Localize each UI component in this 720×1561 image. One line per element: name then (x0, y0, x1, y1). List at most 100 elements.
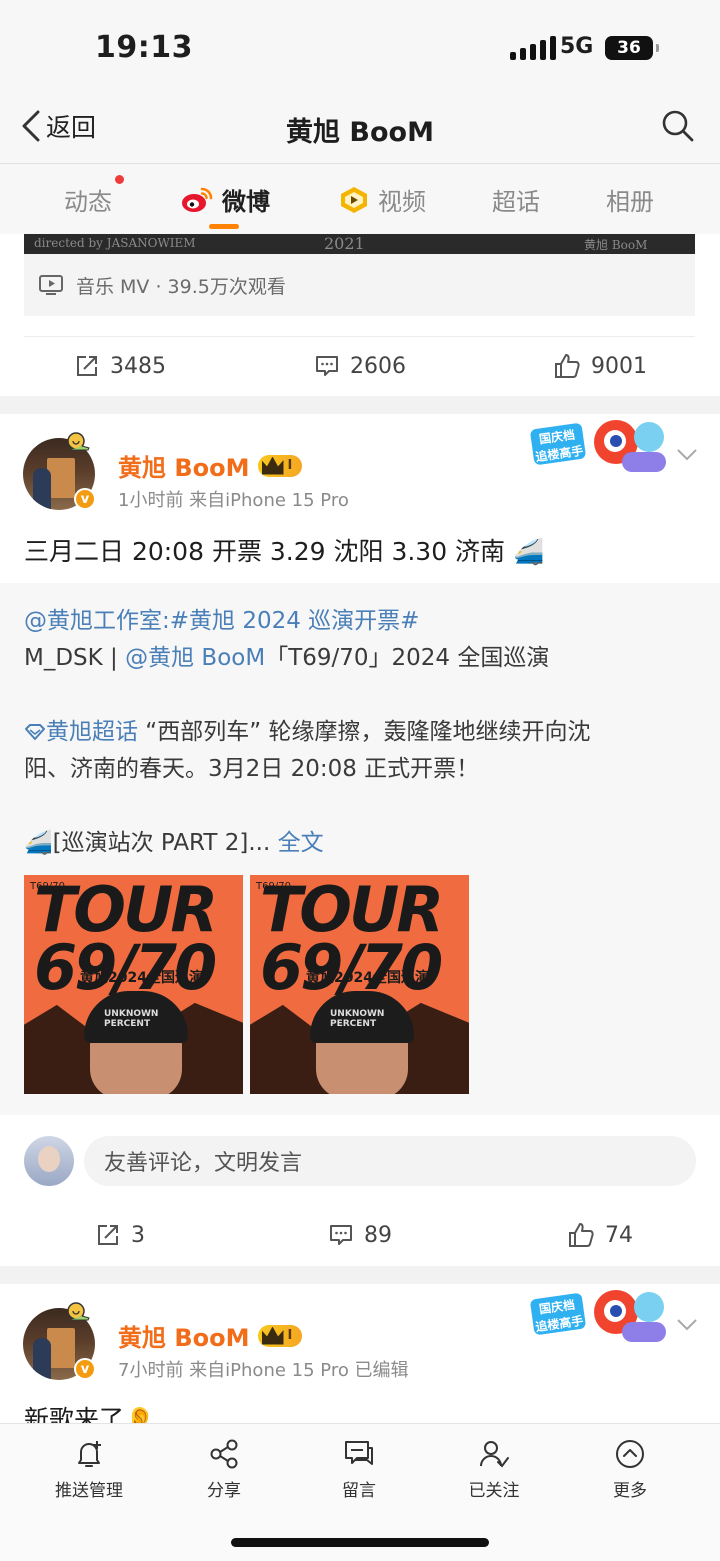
repost-line: 黄旭超话 “西部列车” 轮缘摩擦，轰隆隆地继续开向沈 (24, 712, 590, 746)
member-level-badge: I (257, 1324, 303, 1347)
video-thumbnail[interactable]: directed by JASANOWIEM 2021 黄旭 BooM (24, 234, 695, 254)
tab-video[interactable]: 视频 (338, 182, 426, 217)
toolbar-label: 更多 (613, 1481, 647, 1501)
user-check-icon (480, 1441, 509, 1468)
post-card: directed by JASANOWIEM 2021 黄旭 BooM 音乐 M… (0, 234, 720, 396)
active-tab-indicator (209, 224, 239, 229)
repost-icon (77, 356, 97, 376)
page-title: 黄旭 BooM (286, 117, 434, 148)
comment-input[interactable]: 友善评论，文明发言 (84, 1136, 696, 1186)
tab-label: 动态 (64, 188, 112, 216)
video-artist: 黄旭 BooM (584, 238, 648, 252)
repost-text: 「T69/70」2024 全国巡演 (265, 645, 550, 671)
bell-plus-icon (78, 1441, 101, 1467)
holiday-badge-decoration: 国庆档 追楼高手 (527, 1288, 680, 1350)
following-button[interactable]: 已关注 (434, 1438, 554, 1501)
video-play-icon (39, 275, 63, 295)
profile-tabs: 动态 微博 视频 超话 相册 (0, 164, 720, 234)
tab-label: 超话 (492, 188, 540, 216)
thumbs-up-icon (555, 354, 580, 378)
comment-count: 2606 (350, 353, 406, 379)
post-image[interactable]: T69/70 TOUR 69/70 黄旭2024全国巡演 UNKNOWN PER… (250, 875, 469, 1094)
tab-label: 微博 (222, 188, 270, 216)
thumbs-up-icon (569, 1223, 594, 1247)
repost-line: 🚄[巡演站次 PART 2]... 全文 (24, 823, 324, 857)
repost-button[interactable]: 3485 (0, 336, 240, 396)
chevron-down-icon[interactable] (676, 1318, 698, 1332)
search-button[interactable] (660, 108, 696, 148)
username[interactable]: 黄旭 BooM I (118, 448, 303, 483)
separator: : (162, 608, 170, 634)
comment-icon (316, 356, 338, 376)
post-image[interactable]: T69/70 TOUR 69/70 黄旭2024全国巡演 UNKNOWN PER… (24, 875, 243, 1094)
repost-text: M_DSK | (24, 645, 126, 671)
video-icon (341, 186, 367, 213)
topic-link[interactable]: 黄旭超话 (46, 719, 138, 745)
comment-button[interactable]: 89 (240, 1205, 480, 1265)
mention-link[interactable]: @黄旭工作室 (24, 608, 162, 634)
level-text: I (287, 458, 293, 473)
post-meta: 1小时前 来自iPhone 15 Pro (118, 490, 349, 511)
tab-dynamic[interactable]: 动态 (64, 182, 112, 217)
share-icon (210, 1439, 238, 1469)
repost-block[interactable]: @黄旭工作室:#黄旭 2024 巡演开票# M_DSK | @黄旭 BooM「T… (0, 583, 720, 1115)
like-count: 74 (605, 1222, 633, 1248)
toolbar-label: 推送管理 (55, 1481, 123, 1501)
verified-badge: v (74, 488, 96, 510)
diamond-topic-icon (25, 724, 45, 740)
hashtag-link[interactable]: #黄旭 2024 巡演开票# (170, 608, 420, 634)
repost-button[interactable]: 3 (0, 1205, 240, 1265)
like-button[interactable]: 9001 (480, 336, 720, 396)
video-year: 2021 (324, 234, 365, 253)
toolbar-label: 留言 (342, 1481, 376, 1501)
video-info[interactable]: 音乐 MV · 39.5万次观看 (24, 254, 695, 316)
repost-text: “西部列车” 轮缘摩擦，轰隆隆地继续开向沈 (138, 719, 591, 745)
search-icon (662, 110, 694, 142)
mention-link[interactable]: @黄旭 BooM (125, 645, 265, 671)
username-text: 黄旭 BooM (118, 454, 250, 482)
action-bar: 3 89 74 (0, 1205, 720, 1265)
network-type: 5G (560, 34, 594, 59)
battery-icon: 36 (605, 36, 659, 60)
post-text: 三月二日 20:08 开票 3.29 沈阳 3.30 济南 🚄 (24, 537, 545, 566)
repost-line: 阳、济南的春天。3月2日 20:08 正式开票！ (24, 756, 480, 782)
notification-dot (115, 175, 124, 184)
toolbar-label: 分享 (207, 1481, 241, 1501)
video-credit: directed by JASANOWIEM (34, 236, 196, 250)
tab-label: 相册 (606, 188, 654, 216)
image-text: UNKNOWN PERCENT (104, 1009, 159, 1029)
repost-line: M_DSK | @黄旭 BooM「T69/70」2024 全国巡演 (24, 638, 549, 672)
repost-count: 3 (131, 1222, 145, 1248)
image-subtitle: 黄旭2024全国巡演 (80, 970, 203, 986)
nav-bar: 返回 黄旭 BooM (0, 96, 720, 164)
holiday-badge-decoration: 国庆档 追楼高手 (527, 418, 680, 480)
push-settings-button[interactable]: 推送管理 (29, 1438, 149, 1501)
home-indicator (231, 1538, 489, 1547)
share-button[interactable]: 分享 (164, 1438, 284, 1501)
tab-label: 视频 (378, 188, 426, 216)
tab-super-topic[interactable]: 超话 (492, 182, 540, 217)
weibo-logo-icon (182, 187, 213, 212)
username-text: 黄旭 BooM (118, 1324, 250, 1352)
like-button[interactable]: 74 (480, 1205, 720, 1265)
read-more-link[interactable]: 全文 (278, 830, 324, 856)
comment-icon (330, 1225, 352, 1245)
post-card: v 黄旭 BooM I 1小时前 来自iPhone 15 Pro 国庆档 追楼高… (0, 414, 720, 1266)
message-button[interactable]: 留言 (299, 1438, 419, 1501)
my-avatar (24, 1136, 74, 1186)
more-button[interactable]: 更多 (570, 1438, 690, 1501)
signal-icon (510, 36, 556, 60)
repost-icon (98, 1225, 118, 1245)
snail-decoration-icon (67, 1302, 90, 1321)
tab-album[interactable]: 相册 (606, 182, 654, 217)
repost-text: 🚄[巡演站次 PART 2]... (24, 830, 278, 856)
chevron-down-icon[interactable] (676, 448, 698, 462)
image-text: UNKNOWN PERCENT (330, 1009, 385, 1029)
username[interactable]: 黄旭 BooM I (118, 1318, 303, 1353)
verified-badge: v (74, 1358, 96, 1380)
tab-weibo[interactable]: 微博 (180, 182, 270, 217)
repost-line: @黄旭工作室:#黄旭 2024 巡演开票# (24, 601, 419, 635)
post-meta: 7小时前 来自iPhone 15 Pro 已编辑 (118, 1360, 409, 1381)
comment-button[interactable]: 2606 (240, 336, 480, 396)
member-level-badge: I (257, 454, 303, 477)
